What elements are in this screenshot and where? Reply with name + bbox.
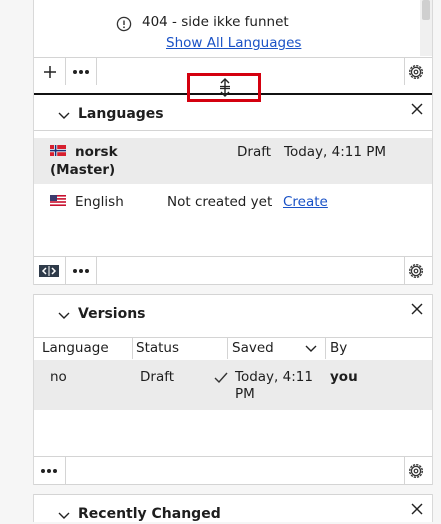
not-found-message: 404 - side ikke funnet — [142, 14, 289, 30]
resize-vertical-icon[interactable] — [217, 78, 233, 97]
us-flag-icon — [50, 195, 66, 206]
settings-button[interactable] — [406, 461, 426, 481]
version-saved-line1: Today, 4:11 — [235, 369, 313, 385]
scrollbar[interactable] — [420, 0, 432, 56]
more-options-button[interactable] — [70, 62, 92, 82]
settings-button[interactable] — [406, 261, 426, 281]
column-header-language[interactable]: Language — [42, 338, 109, 359]
checkmark-icon — [214, 372, 228, 383]
language-master-label: (Master) — [50, 162, 116, 178]
language-name: norsk — [75, 144, 118, 160]
gear-icon — [408, 64, 424, 80]
close-icon[interactable] — [411, 503, 423, 515]
language-row-english: English Not created yet Create — [34, 192, 432, 214]
languages-header[interactable]: Languages — [34, 104, 432, 128]
more-options-button[interactable] — [70, 261, 92, 281]
recently-changed-header[interactable]: Recently Changed — [34, 504, 432, 524]
chevron-down-icon — [58, 112, 70, 119]
language-name: English — [75, 194, 124, 210]
chevron-down-icon — [58, 512, 70, 519]
version-status: Draft — [140, 369, 175, 385]
versions-table-header: Language Status Saved By — [34, 337, 432, 361]
right-panel: 404 - side ikke funnet Show All Language… — [33, 0, 433, 522]
plus-icon — [44, 66, 56, 78]
add-button[interactable] — [40, 62, 60, 82]
version-by: you — [330, 369, 358, 385]
close-icon[interactable] — [411, 303, 423, 315]
gear-icon — [408, 263, 424, 279]
ellipsis-icon — [73, 70, 89, 74]
sort-chevron-down-icon[interactable] — [305, 345, 317, 353]
info-circle-icon — [116, 16, 132, 32]
norway-flag-icon — [50, 145, 66, 156]
language-status: Draft — [237, 144, 272, 160]
language-status: Not created yet — [167, 194, 273, 210]
column-header-status[interactable]: Status — [136, 338, 179, 359]
compare-button[interactable] — [38, 263, 60, 279]
gear-icon — [408, 463, 424, 479]
versions-title: Versions — [78, 306, 146, 322]
show-all-languages-link[interactable]: Show All Languages — [166, 35, 301, 51]
version-saved-line2: PM — [235, 386, 255, 402]
ellipsis-icon — [73, 269, 89, 273]
column-header-by[interactable]: By — [330, 338, 347, 359]
column-header-saved[interactable]: Saved — [232, 338, 274, 359]
create-link[interactable]: Create — [283, 194, 328, 210]
recently-changed-title: Recently Changed — [78, 506, 221, 522]
compare-icon — [39, 265, 59, 277]
table-row[interactable]: no Draft Today, 4:11 PM you — [34, 360, 432, 410]
language-date: Today, 4:11 PM — [284, 144, 387, 160]
languages-title: Languages — [78, 106, 164, 122]
settings-button[interactable] — [406, 62, 426, 82]
chevron-down-icon — [58, 312, 70, 319]
language-row-master[interactable]: norsk (Master) Draft Today, 4:11 PM — [34, 138, 432, 184]
more-options-button[interactable] — [38, 461, 60, 481]
versions-header[interactable]: Versions — [34, 304, 432, 328]
ellipsis-icon — [41, 469, 57, 473]
close-icon[interactable] — [411, 103, 423, 115]
scrollbar-thumb[interactable] — [422, 0, 430, 20]
version-language: no — [50, 369, 67, 385]
